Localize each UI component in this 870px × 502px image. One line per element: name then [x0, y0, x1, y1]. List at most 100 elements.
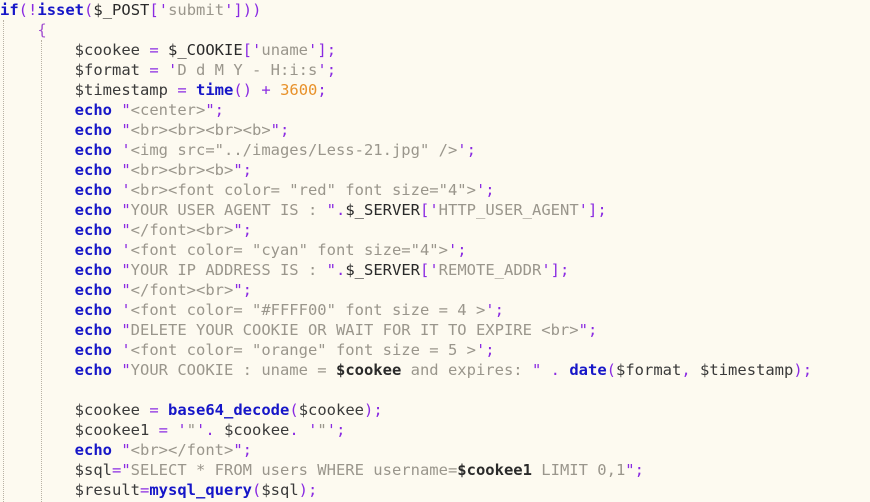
- code-token-punc: (: [18, 1, 29, 19]
- code-token-punc: (: [606, 361, 617, 379]
- code-token-punc: ): [298, 481, 308, 499]
- code-token-punc: [: [419, 261, 430, 279]
- code-token-fn: time: [196, 81, 234, 99]
- code-token-quote: ': [429, 261, 439, 279]
- code-token-quote: ': [168, 61, 178, 79]
- code-viewer[interactable]: if(!isset($_POST['submit'])) { $cookee =…: [0, 0, 870, 502]
- code-token-super: $_SERVER: [345, 261, 420, 279]
- code-token-var: $cookee: [74, 41, 140, 59]
- code-token-interp: $cookee: [335, 361, 402, 379]
- code-token-quote: ": [326, 261, 336, 279]
- code-token-quote: ": [121, 221, 131, 239]
- code-token-str: <br><br><br><b>: [130, 121, 271, 139]
- code-token-str: <font color= "cyan" font size="4">: [130, 241, 448, 259]
- code-token-punc: =: [111, 461, 122, 479]
- code-token-quote: ": [233, 441, 243, 459]
- code-token-punc: ;: [214, 101, 225, 119]
- code-line: echo '<br><font color= "red" font size="…: [0, 180, 870, 200]
- code-token-str: uname: [261, 41, 309, 59]
- code-token-punc: ;: [466, 141, 476, 159]
- code-token-punc: ;: [242, 281, 253, 299]
- code-token-quote: ": [233, 161, 243, 179]
- code-line: echo "<br></font>";: [0, 440, 870, 460]
- code-token-punc: .: [289, 421, 299, 439]
- code-token-quote: ': [485, 301, 495, 319]
- code-token-quote: ': [121, 341, 131, 359]
- code-token-str: SELECT * FROM users WHERE username=: [130, 461, 458, 479]
- code-token-quote: ': [121, 241, 131, 259]
- code-token-num: 3600: [280, 81, 318, 99]
- code-token-punc: ;: [317, 81, 327, 99]
- code-token-punc: =: [149, 41, 159, 59]
- code-token-fn: base64_decode: [168, 401, 290, 419]
- code-token-quote: ': [317, 61, 327, 79]
- code-token-var: $cookee: [74, 401, 140, 419]
- code-line: $timestamp = time() + 3600;: [0, 80, 870, 100]
- code-token-str: and expires:: [401, 361, 532, 379]
- code-token-var: $cookee: [224, 421, 290, 439]
- code-token-super: $_POST: [93, 1, 150, 19]
- code-token-quote: ": [121, 461, 131, 479]
- code-token-quote: ': [475, 341, 486, 359]
- code-token-str: <br><font color= "red" font size="4">: [130, 181, 476, 199]
- code-token-quote: ': [252, 41, 262, 59]
- code-token-kw: echo: [74, 361, 112, 379]
- code-token-quote: ": [121, 261, 131, 279]
- code-token-punc: (: [289, 401, 299, 419]
- code-token-quote: ": [121, 101, 131, 119]
- code-token-quote: ": [326, 201, 336, 219]
- code-token-punc: ;: [326, 41, 337, 59]
- code-token-str: <font color= "#FFFF00" font size = 4 >: [130, 301, 486, 319]
- code-token-punc: +: [261, 81, 271, 99]
- code-token-punc: ): [793, 361, 803, 379]
- code-token-quote: ": [121, 201, 131, 219]
- code-token-str: HTTP_USER_AGENT: [438, 201, 579, 219]
- code-token-punc: ;: [373, 401, 383, 419]
- code-token-quote: ": [121, 281, 131, 299]
- code-token-str: </font><br>: [130, 281, 234, 299]
- code-token-punc: ;: [242, 221, 253, 239]
- code-token-punc: ;: [560, 261, 570, 279]
- code-token-quote: ': [326, 421, 337, 439]
- code-token-quote: ': [121, 301, 131, 319]
- code-token-punc: =: [149, 61, 159, 79]
- code-token-punc: ,: [681, 361, 691, 379]
- code-token-quote: ": [121, 161, 131, 179]
- code-token-quote: ': [541, 261, 551, 279]
- code-token-kw: echo: [74, 321, 112, 339]
- code-token-quote: ': [308, 41, 318, 59]
- code-line: echo '<img src="../images/Less-21.jpg" /…: [0, 140, 870, 160]
- code-line: echo "<br><br><b>";: [0, 160, 870, 180]
- code-line: echo "</font><br>";: [0, 220, 870, 240]
- code-token-quote: ": [121, 121, 131, 139]
- code-line: echo "<center>";: [0, 100, 870, 120]
- code-token-punc: (: [251, 481, 262, 499]
- code-line: $result=mysql_query($sql);: [0, 480, 870, 500]
- code-token-quote: ': [578, 201, 588, 219]
- code-line: echo "YOUR COOKIE : uname = $cookee and …: [0, 360, 870, 380]
- code-token-quote: ": [121, 441, 131, 459]
